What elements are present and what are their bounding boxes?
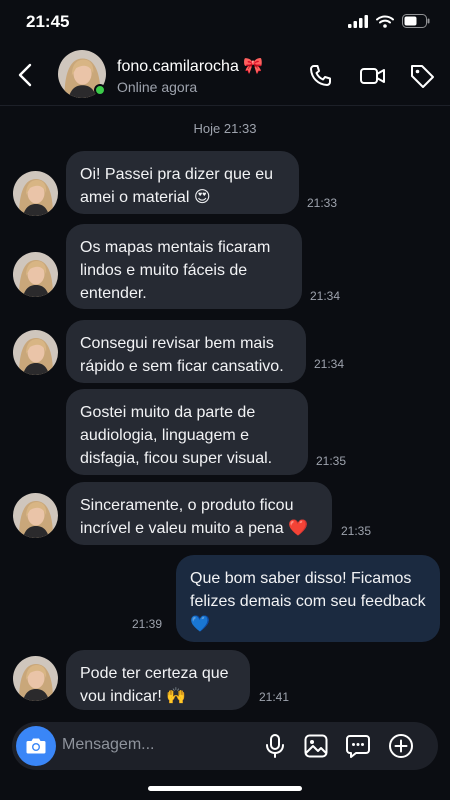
message-input[interactable]: [62, 736, 252, 754]
sender-avatar[interactable]: [13, 252, 58, 297]
status-time: 21:45: [26, 12, 70, 31]
sticker-chat-icon[interactable]: [345, 733, 371, 759]
message-bubble-outgoing[interactable]: Que bom saber disso! Ficamos felizes dem…: [176, 555, 440, 642]
message-bubble[interactable]: Pode ter certeza que vou indicar! 🙌: [66, 650, 250, 710]
home-indicator[interactable]: [148, 786, 302, 791]
signal-icon: [348, 14, 368, 28]
add-icon[interactable]: [388, 733, 414, 759]
message-time: 21:35: [341, 524, 372, 538]
message-bubble[interactable]: Consegui revisar bem mais rápido e sem f…: [66, 320, 306, 383]
sender-avatar[interactable]: [13, 656, 58, 701]
message-time: 21:33: [307, 196, 338, 210]
message-time: 21:35: [316, 454, 347, 468]
video-call-icon[interactable]: [359, 62, 387, 90]
battery-icon: [402, 14, 430, 28]
message-composer: [12, 722, 438, 770]
chat-header: fono.camilarocha 🎀 Online agora: [0, 44, 450, 106]
camera-icon: [26, 738, 46, 754]
contact-name[interactable]: fono.camilarocha 🎀: [117, 56, 263, 76]
sender-avatar[interactable]: [13, 493, 58, 538]
contact-status: Online agora: [117, 79, 198, 95]
sender-avatar[interactable]: [13, 330, 58, 375]
status-bar: 21:45: [0, 0, 450, 44]
message-bubble[interactable]: Gostei muito da parte de audiologia, lin…: [66, 389, 308, 475]
back-icon[interactable]: [14, 62, 38, 88]
message-time: 21:41: [259, 690, 290, 704]
message-time: 21:39: [132, 617, 163, 631]
phone-icon[interactable]: [306, 62, 334, 90]
camera-button[interactable]: [16, 726, 56, 766]
microphone-icon[interactable]: [262, 733, 288, 759]
wifi-icon: [376, 15, 394, 28]
message-bubble[interactable]: Sinceramente, o produto ficou incrível e…: [66, 482, 332, 545]
message-bubble[interactable]: Os mapas mentais ficaram lindos e muito …: [66, 224, 302, 309]
message-time: 21:34: [310, 289, 341, 303]
gallery-icon[interactable]: [303, 733, 329, 759]
sender-avatar[interactable]: [13, 171, 58, 216]
online-indicator: [94, 84, 106, 96]
tag-icon[interactable]: [408, 62, 436, 90]
message-bubble[interactable]: Oi! Passei pra dizer que eu amei o mater…: [66, 151, 299, 214]
date-separator: Hoje 21:33: [193, 121, 257, 136]
message-time: 21:34: [314, 357, 345, 371]
